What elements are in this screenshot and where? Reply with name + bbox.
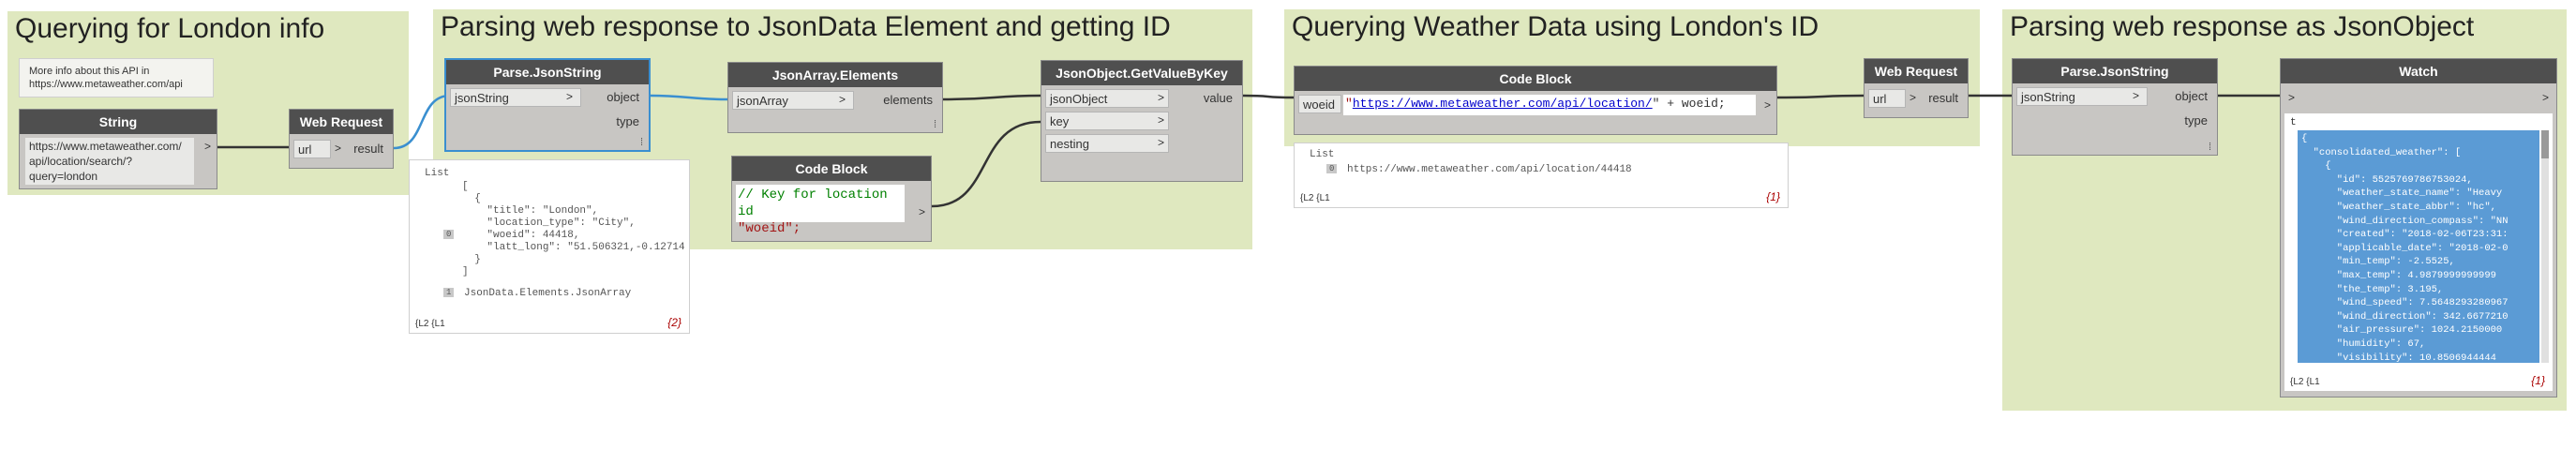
watch-prefix: t [2290, 117, 2297, 128]
node-title: JsonObject.GetValueByKey [1041, 61, 1242, 85]
watch-json-content: { "consolidated_weather": [ { "id": 5525… [2298, 130, 2539, 363]
api-info-note: More info about this API in https://www.… [19, 58, 214, 98]
watch-json-text: { "consolidated_weather": [ { "id": 5525… [2301, 133, 2509, 363]
input-port-key[interactable]: key [1045, 112, 1169, 130]
code-block-node[interactable]: Code Block // Key for location id "woeid… [731, 156, 932, 242]
lacing-indicator: ⁞ [639, 137, 643, 148]
json-array-elements-node[interactable]: JsonArray.Elements jsonArray > elements … [727, 62, 943, 133]
lacing-levels: {L2 {L1 [415, 319, 445, 329]
string-node[interactable]: String https://www.metaweather.com/ api/… [19, 109, 217, 189]
wire-parse-to-elements [650, 94, 728, 101]
string-value-field[interactable]: https://www.metaweather.com/ api/locatio… [25, 138, 194, 185]
node-title: Web Request [1865, 59, 1968, 83]
node-title: String [20, 110, 217, 134]
output-port-elements[interactable]: elements [863, 91, 938, 110]
node-title: Parse.JsonString [2013, 59, 2217, 83]
string-value-line: query=london [29, 170, 98, 183]
list-index: 1 [443, 288, 455, 297]
output-port-arrow[interactable]: > [1764, 98, 1771, 112]
code-url-link[interactable]: https://www.metaweather.com/api/location… [1353, 97, 1653, 111]
code-editor[interactable]: "https://www.metaweather.com/api/locatio… [1343, 95, 1756, 115]
node-title: Code Block [732, 157, 931, 181]
item-count: {1} [1766, 190, 1780, 203]
item-count: {1} [2531, 374, 2545, 387]
output-port-result[interactable]: result [1908, 89, 1964, 108]
output-port-arrow[interactable]: > [919, 205, 925, 218]
code-quote: " [1345, 97, 1353, 111]
port-arrow-icon: > [1158, 136, 1165, 149]
input-port-url[interactable]: url [1868, 89, 1906, 108]
node-title: Code Block [1295, 67, 1776, 91]
code-string: "woeid"; [738, 221, 801, 236]
node-title: Parse.JsonString [446, 60, 649, 84]
preview-item: JsonData.Elements.JsonArray [464, 288, 632, 299]
lacing-levels: {L2 {L1 [2290, 377, 2320, 387]
port-arrow-icon: > [1158, 113, 1165, 127]
output-port-value[interactable]: value [1182, 89, 1238, 108]
list-index: 0 [1326, 164, 1338, 173]
parse-json-string-node[interactable]: Parse.JsonString jsonString > object typ… [444, 58, 651, 152]
url-preview-bubble: List 0 https://www.metaweather.com/api/l… [1294, 142, 1789, 208]
input-port-woeid[interactable]: woeid [1298, 95, 1341, 113]
node-title: Watch [2281, 59, 2556, 83]
note-text: More info about this API in https://www.… [29, 66, 183, 90]
string-value-line: https://www.metaweather.com/ [29, 140, 182, 153]
list-preview-bubble: List [ { "title": "London", "location_ty… [409, 159, 690, 334]
web-request-node[interactable]: Web Request url > result [289, 109, 394, 169]
preview-header: List [1310, 149, 1335, 160]
list-index: 0 [443, 230, 455, 239]
input-port-jsonstring[interactable]: jsonString [450, 88, 581, 107]
code-block-url-node[interactable]: Code Block woeid "https://www.metaweathe… [1294, 66, 1777, 135]
item-count: {2} [667, 316, 681, 329]
wire-getvalue-to-codeblock2 [1242, 94, 1295, 99]
port-arrow-icon: > [2133, 89, 2140, 102]
output-port-arrow[interactable]: > [204, 140, 211, 153]
input-port-jsonstring[interactable]: jsonString [2016, 87, 2148, 106]
wire-codeblock-to-getvalue [931, 120, 1041, 208]
output-port-result[interactable]: result [333, 140, 389, 158]
get-value-by-key-node[interactable]: JsonObject.GetValueByKey jsonObject > ke… [1041, 60, 1243, 182]
port-arrow-icon: > [566, 90, 574, 103]
input-port-url[interactable]: url [293, 140, 331, 158]
preview-item: https://www.metaweather.com/api/location… [1347, 164, 1632, 175]
watch-node[interactable]: Watch > > t { "consolidated_weather": [ … [2280, 58, 2557, 398]
watch-scrollbar[interactable] [2541, 130, 2549, 363]
output-port-object[interactable]: object [589, 88, 645, 107]
code-editor[interactable]: // Key for location id "woeid"; [736, 185, 905, 236]
node-title: JsonArray.Elements [728, 63, 942, 87]
port-arrow-icon: > [839, 93, 846, 106]
input-port-arrow[interactable]: > [2288, 91, 2295, 104]
wire-codeblock2-to-webrequest [1776, 94, 1865, 99]
web-request-weather-node[interactable]: Web Request url > result [1864, 58, 1969, 118]
output-port-type[interactable]: type [2157, 112, 2213, 130]
code-comment: // Key for location id [738, 188, 888, 219]
code-suffix: " + woeid; [1652, 97, 1726, 111]
output-port-type[interactable]: type [589, 112, 645, 131]
preview-json-text: [ { "title": "London", "location_type": … [462, 181, 685, 278]
scrollbar-thumb[interactable] [2541, 130, 2549, 158]
lacing-indicator: ⁞ [2208, 142, 2211, 153]
node-title: Web Request [290, 110, 393, 134]
port-arrow-icon: > [1158, 91, 1165, 104]
wire-elements-to-getvalue [942, 94, 1041, 101]
parse-json-string-weather-node[interactable]: Parse.JsonString jsonString > object typ… [2012, 58, 2218, 156]
lacing-indicator: ⁞ [933, 119, 936, 130]
input-port-nesting[interactable]: nesting [1045, 134, 1169, 153]
output-port-arrow[interactable]: > [2542, 91, 2549, 104]
wire-webrequest-to-parse [393, 94, 451, 150]
input-port-jsonarray[interactable]: jsonArray [732, 91, 854, 110]
lacing-levels: {L2 {L1 [1300, 193, 1330, 203]
watch-preview: t { "consolidated_weather": [ { "id": 55… [2284, 113, 2553, 391]
output-port-object[interactable]: object [2157, 87, 2213, 106]
input-port-jsonobject[interactable]: jsonObject [1045, 89, 1169, 108]
string-value-line: api/location/search/? [29, 155, 133, 168]
preview-header: List [425, 168, 450, 179]
